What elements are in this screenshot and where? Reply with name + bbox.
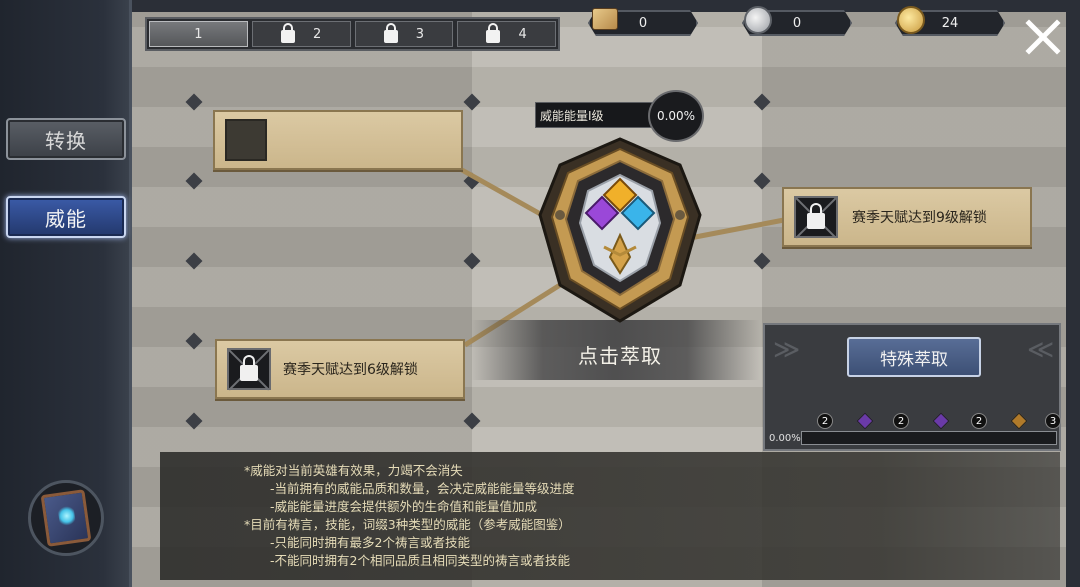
reward-marker: 2 bbox=[971, 413, 987, 429]
energy-level-text: 威能能量I级 bbox=[540, 108, 604, 123]
info-line: *目前有祷言，技能，词缀3种类型的威能（参考威能图鉴） bbox=[244, 517, 571, 532]
purple-gem-icon bbox=[932, 412, 950, 430]
chevron-right-icon: ≪ bbox=[1027, 335, 1055, 365]
power-slot-3-locked[interactable]: 赛季天赋达到6级解锁 bbox=[215, 339, 465, 399]
special-extract-button[interactable]: 特殊萃取 bbox=[847, 337, 981, 377]
orange-gem-icon bbox=[1010, 412, 1028, 430]
reward-count: 2 bbox=[897, 415, 905, 427]
special-progress-label: 0.00% bbox=[769, 433, 801, 444]
purple-gem-icon bbox=[856, 412, 874, 430]
info-line: -威能能量进度会提供额外的生命值和能量值加成 bbox=[270, 499, 538, 514]
chevron-left-icon: ≫ bbox=[773, 335, 801, 365]
special-progress-bar bbox=[801, 431, 1057, 445]
power-slot-2-locked[interactable]: 赛季天赋达到9级解锁 bbox=[782, 187, 1032, 247]
lock-icon bbox=[227, 348, 271, 390]
reward-count: 2 bbox=[975, 415, 983, 427]
special-extract-panel: ≫ ≪ 特殊萃取 2 2 2 3 0.00% bbox=[763, 323, 1061, 451]
info-line: -只能同时拥有最多2个祷言或者技能 bbox=[270, 535, 470, 550]
crystal-shield-icon bbox=[538, 137, 702, 323]
power-slot-1[interactable] bbox=[213, 110, 463, 170]
lock-icon bbox=[794, 196, 838, 238]
reward-marker: 3 bbox=[1045, 413, 1061, 429]
reward-count: 3 bbox=[1049, 415, 1057, 427]
info-line: -当前拥有的威能品质和数量，会决定威能能量等级进度 bbox=[270, 481, 575, 496]
energy-level-label: 威能能量I级 bbox=[535, 102, 655, 128]
reward-count: 2 bbox=[821, 415, 829, 427]
info-line: *威能对当前英雄有效果，力竭不会消失 bbox=[244, 463, 463, 478]
reward-marker: 2 bbox=[817, 413, 833, 429]
slot-label: 赛季天赋达到6级解锁 bbox=[283, 362, 418, 378]
extract-shield-button[interactable] bbox=[530, 135, 710, 325]
slot-label: 赛季天赋达到9级解锁 bbox=[852, 210, 987, 226]
empty-slot-icon bbox=[225, 119, 267, 161]
info-panel: *威能对当前英雄有效果，力竭不会消失 -当前拥有的威能品质和数量，会决定威能能量… bbox=[160, 452, 1060, 580]
info-line: -不能同时拥有2个相同品质且相同类型的祷言或者技能 bbox=[270, 553, 570, 568]
reward-marker: 2 bbox=[893, 413, 909, 429]
extract-label: 点击萃取 bbox=[578, 344, 662, 368]
energy-percent: 0.00% bbox=[656, 109, 696, 123]
special-extract-label: 特殊萃取 bbox=[880, 349, 948, 370]
